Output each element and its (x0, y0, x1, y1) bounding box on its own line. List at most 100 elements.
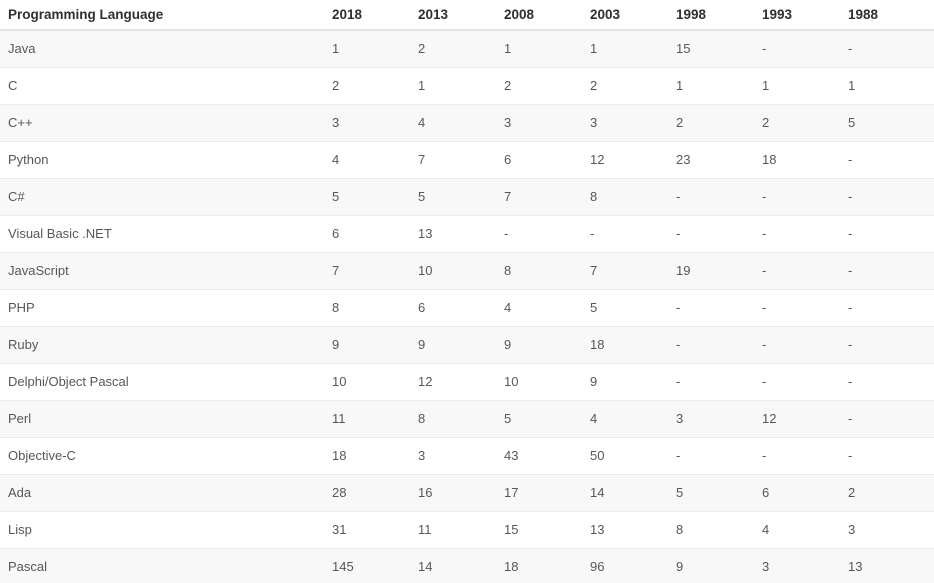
cell-rank-1988: - (848, 400, 934, 438)
table-row[interactable]: Visual Basic .NET 6 13- - - - - (0, 215, 934, 253)
table-row[interactable]: Delphi/Object Pascal 10 12 10 9- - - (0, 363, 934, 401)
cell-rank-1993: - (762, 215, 848, 253)
cell-rank-1993: - (762, 326, 848, 364)
column-header-1993[interactable]: 1993 (762, 0, 848, 31)
cell-rank-2008: 15 (504, 511, 590, 549)
table-row[interactable]: Perl 11 8 5 4 3 12- (0, 400, 934, 438)
column-header-2003[interactable]: 2003 (590, 0, 676, 31)
cell-rank-1993: 2 (762, 104, 848, 142)
cell-rank-1998: - (676, 363, 762, 401)
cell-rank-2018: 18 (332, 437, 418, 475)
table-row[interactable]: Ada 28 16 17 14 5 6 2 (0, 474, 934, 512)
table-row[interactable]: Pascal 145 14 18 96 9 3 13 (0, 548, 934, 583)
cell-rank-1993: - (762, 30, 848, 68)
cell-rank-1988: - (848, 326, 934, 364)
table-row[interactable]: Lisp 31 11 15 13 8 4 3 (0, 511, 934, 549)
cell-rank-1993: 18 (762, 141, 848, 179)
cell-rank-2008: 9 (504, 326, 590, 364)
cell-rank-2013: 6 (418, 289, 504, 327)
cell-rank-2008: 2 (504, 67, 590, 105)
cell-rank-2008: 10 (504, 363, 590, 401)
table-row[interactable]: JavaScript 7 10 8 7 19- - (0, 252, 934, 290)
cell-rank-2003: 4 (590, 400, 676, 438)
cell-rank-2018: 1 (332, 30, 418, 68)
cell-rank-2018: 8 (332, 289, 418, 327)
cell-rank-2013: 3 (418, 437, 504, 475)
cell-rank-2018: 31 (332, 511, 418, 549)
cell-rank-2003: 50 (590, 437, 676, 475)
column-header-2018[interactable]: 2018 (332, 0, 418, 31)
table-row[interactable]: Ruby 9 9 9 18- - - (0, 326, 934, 364)
cell-language: Ada (0, 474, 332, 512)
cell-rank-2003: 5 (590, 289, 676, 327)
cell-rank-2008: - (504, 215, 590, 253)
table-header-row: Programming Language 2018 2013 2008 2003… (0, 0, 934, 31)
cell-rank-2013: 1 (418, 67, 504, 105)
column-header-1988[interactable]: 1988 (848, 0, 934, 31)
table-row[interactable]: Objective-C 18 3 43 50- - - (0, 437, 934, 475)
table-row[interactable]: Java 1 2 1 1 15- - (0, 30, 934, 68)
cell-rank-2018: 5 (332, 178, 418, 216)
cell-rank-1998: 19 (676, 252, 762, 290)
cell-rank-2018: 4 (332, 141, 418, 179)
cell-rank-1993: - (762, 437, 848, 475)
table-row[interactable]: C++ 3 4 3 3 2 2 5 (0, 104, 934, 142)
cell-rank-1998: 15 (676, 30, 762, 68)
table-row[interactable]: Python 4 7 6 12 23 18- (0, 141, 934, 179)
cell-rank-1988: 5 (848, 104, 934, 142)
table-row[interactable]: C# 5 5 7 8- - - (0, 178, 934, 216)
cell-rank-1988: 1 (848, 67, 934, 105)
cell-rank-1998: 5 (676, 474, 762, 512)
table-header: Programming Language 2018 2013 2008 2003… (0, 0, 934, 31)
cell-rank-2003: 14 (590, 474, 676, 512)
column-header-1998[interactable]: 1998 (676, 0, 762, 31)
cell-rank-2013: 13 (418, 215, 504, 253)
cell-rank-1998: - (676, 326, 762, 364)
cell-rank-2003: 13 (590, 511, 676, 549)
cell-rank-1998: - (676, 178, 762, 216)
cell-rank-2013: 11 (418, 511, 504, 549)
cell-rank-2013: 10 (418, 252, 504, 290)
cell-rank-2013: 8 (418, 400, 504, 438)
column-header-2008[interactable]: 2008 (504, 0, 590, 31)
cell-rank-2018: 11 (332, 400, 418, 438)
cell-rank-2018: 2 (332, 67, 418, 105)
cell-rank-2008: 18 (504, 548, 590, 583)
cell-rank-2003: - (590, 215, 676, 253)
cell-rank-2018: 28 (332, 474, 418, 512)
cell-rank-2008: 17 (504, 474, 590, 512)
table-row[interactable]: PHP 8 6 4 5- - - (0, 289, 934, 327)
cell-rank-2008: 5 (504, 400, 590, 438)
column-header-language[interactable]: Programming Language (0, 0, 332, 31)
cell-rank-1993: 6 (762, 474, 848, 512)
cell-rank-1998: 23 (676, 141, 762, 179)
cell-rank-1998: 8 (676, 511, 762, 549)
cell-rank-2008: 3 (504, 104, 590, 142)
cell-language: JavaScript (0, 252, 332, 290)
column-header-2013[interactable]: 2013 (418, 0, 504, 31)
cell-language: C (0, 67, 332, 105)
cell-language: PHP (0, 289, 332, 327)
ranking-table-container: Programming Language 2018 2013 2008 2003… (0, 0, 934, 583)
cell-rank-1998: - (676, 437, 762, 475)
cell-rank-2003: 8 (590, 178, 676, 216)
cell-rank-2013: 4 (418, 104, 504, 142)
cell-rank-1988: - (848, 363, 934, 401)
cell-rank-1993: - (762, 289, 848, 327)
cell-language: Visual Basic .NET (0, 215, 332, 253)
cell-rank-1993: 12 (762, 400, 848, 438)
cell-language: Pascal (0, 548, 332, 583)
cell-rank-2018: 145 (332, 548, 418, 583)
cell-rank-1993: - (762, 252, 848, 290)
cell-rank-1988: 2 (848, 474, 934, 512)
cell-language: Perl (0, 400, 332, 438)
cell-rank-2008: 4 (504, 289, 590, 327)
cell-rank-1993: - (762, 178, 848, 216)
table-row[interactable]: C2122111 (0, 67, 934, 105)
cell-rank-1988: - (848, 289, 934, 327)
cell-language: C++ (0, 104, 332, 142)
cell-rank-2018: 3 (332, 104, 418, 142)
cell-rank-2013: 2 (418, 30, 504, 68)
cell-rank-1988: - (848, 437, 934, 475)
cell-rank-2013: 9 (418, 326, 504, 364)
